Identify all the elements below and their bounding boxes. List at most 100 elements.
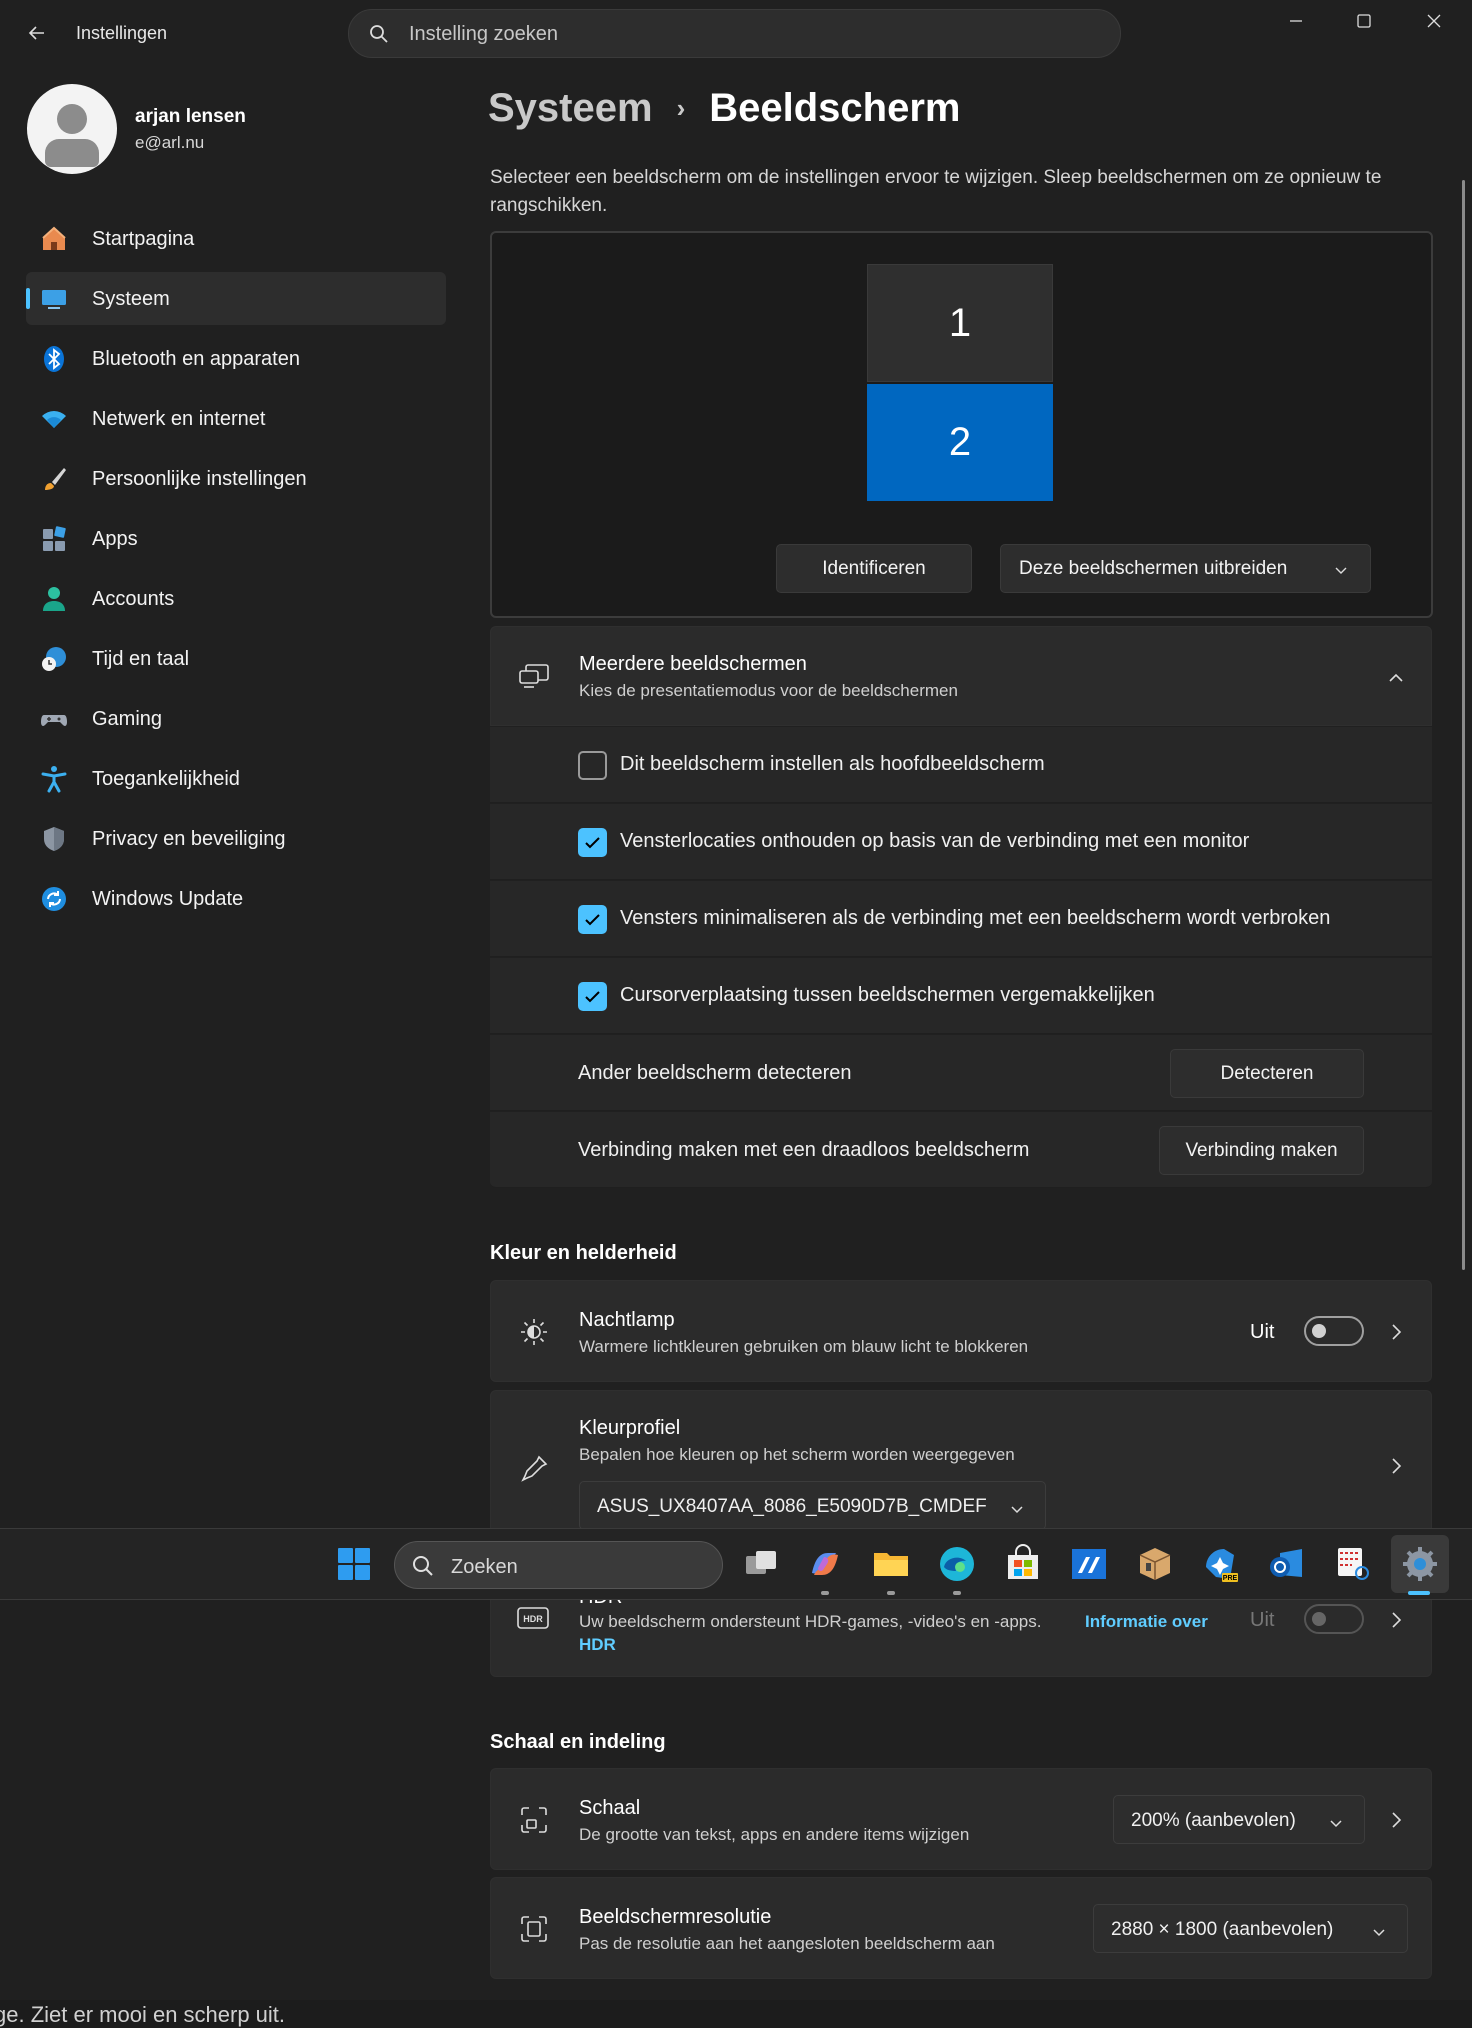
- breadcrumb: Systeem › Beeldscherm: [488, 86, 960, 131]
- gamepad-icon: [41, 715, 67, 726]
- scale-card[interactable]: Schaal De grootte van tekst, apps en and…: [490, 1768, 1432, 1870]
- close-button[interactable]: [1400, 0, 1468, 42]
- search-input[interactable]: [409, 21, 1089, 47]
- detect-display-row: Ander beeldscherm detecteren Detecteren: [490, 1035, 1432, 1111]
- sidebar-item-label: Startpagina: [92, 228, 195, 250]
- arrow-left-icon: [28, 26, 44, 40]
- sidebar-item-bluetooth[interactable]: Bluetooth en apparaten: [26, 332, 446, 385]
- chevron-down-icon: [1011, 1506, 1023, 1514]
- detect-button[interactable]: Detecteren: [1170, 1049, 1364, 1098]
- night-light-toggle[interactable]: [1304, 1316, 1364, 1346]
- outlook-icon[interactable]: [1266, 1543, 1308, 1585]
- title-bar: Instellingen: [0, 0, 1472, 68]
- option-row-minimize-windows[interactable]: Vensters minimaliseren als de verbinding…: [490, 881, 1432, 957]
- minimize-button[interactable]: [1262, 0, 1330, 42]
- night-light-card[interactable]: Nachtlamp Warmere lichtkleuren gebruiken…: [490, 1280, 1432, 1382]
- breadcrumb-parent[interactable]: Systeem: [488, 86, 653, 131]
- eyedropper-icon: [521, 1455, 548, 1482]
- scrollbar[interactable]: [1462, 180, 1465, 1270]
- back-button[interactable]: [22, 18, 52, 48]
- sidebar-item-systeem[interactable]: Systeem: [26, 272, 446, 325]
- running-indicator: [953, 1591, 961, 1595]
- store-icon[interactable]: [1002, 1543, 1044, 1585]
- sidebar-item-label: Gaming: [92, 708, 163, 730]
- sidebar-item-netwerk[interactable]: Netwerk en internet: [26, 392, 446, 445]
- scale-icon: [521, 1807, 547, 1833]
- color-profile-subtitle: Bepalen hoe kleuren op het scherm worden…: [579, 1445, 1015, 1464]
- checkbox-minimize-windows[interactable]: [578, 905, 607, 934]
- resolution-value: 2880 × 1800 (aanbevolen): [1111, 1919, 1334, 1940]
- multiple-displays-header[interactable]: Meerdere beeldschermen Kies de presentat…: [490, 626, 1432, 726]
- night-light-state: Uit: [1250, 1321, 1275, 1343]
- resolution-card[interactable]: Beeldschermresolutie Pas de resolutie aa…: [490, 1877, 1432, 1979]
- chevron-down-icon: [1330, 1820, 1342, 1828]
- option-label: Vensterlocaties onthouden op basis van d…: [620, 830, 1250, 852]
- checkbox-cursor-movement[interactable]: [578, 982, 607, 1011]
- hdr-info-link-continued[interactable]: HDR: [579, 1635, 616, 1655]
- svg-text:HDR: HDR: [523, 1614, 543, 1624]
- sidebar-item-accounts[interactable]: Accounts: [26, 572, 446, 625]
- scale-title: Schaal: [579, 1797, 641, 1819]
- hdr-info-link[interactable]: Informatie over: [1085, 1612, 1208, 1632]
- snipping-tool-icon[interactable]: [1332, 1543, 1374, 1585]
- file-explorer-icon[interactable]: [870, 1543, 912, 1585]
- sidebar-item-privacy[interactable]: Privacy en beveiliging: [26, 812, 446, 865]
- person-icon: [43, 587, 65, 611]
- breadcrumb-separator: ›: [676, 93, 686, 123]
- package-icon[interactable]: [1134, 1543, 1176, 1585]
- multiple-displays-subtitle: Kies de presentatiemodus voor de beeldsc…: [579, 681, 958, 700]
- sidebar-item-toegankelijkheid[interactable]: Toegankelijkheid: [26, 752, 446, 805]
- wifi-icon: [42, 411, 66, 428]
- sidebar-item-label: Bluetooth en apparaten: [92, 348, 300, 370]
- option-row-main-display[interactable]: Dit beeldscherm instellen als hoofdbeeld…: [490, 727, 1432, 803]
- checkbox-remember-locations[interactable]: [578, 828, 607, 857]
- user-name: arjan lensen: [135, 106, 246, 127]
- night-light-icon: [521, 1319, 547, 1345]
- copilot-pre-icon[interactable]: PRE: [1200, 1543, 1242, 1585]
- sidebar-nav: Startpagina Systeem Bluetooth en apparat…: [26, 212, 446, 932]
- resolution-dropdown[interactable]: 2880 × 1800 (aanbevolen): [1093, 1904, 1408, 1953]
- display-mode-dropdown[interactable]: Deze beeldschermen uitbreiden: [1000, 544, 1371, 593]
- chevron-right-icon: [1392, 1458, 1402, 1474]
- copilot-icon[interactable]: [804, 1543, 846, 1585]
- option-row-cursor-movement[interactable]: Cursorverplaatsing tussen beeldschermen …: [490, 958, 1432, 1034]
- scale-subtitle: De grootte van tekst, apps en andere ite…: [579, 1825, 970, 1844]
- maximize-button[interactable]: [1330, 0, 1398, 42]
- option-row-remember-locations[interactable]: Vensterlocaties onthouden op basis van d…: [490, 804, 1432, 880]
- globe-clock-icon: [42, 647, 66, 671]
- sidebar-item-gaming[interactable]: Gaming: [26, 692, 446, 745]
- taskbar: Zoeken PRE: [0, 1528, 1472, 1600]
- display-mode-value: Deze beeldschermen uitbreiden: [1019, 557, 1288, 579]
- taskbar-search[interactable]: Zoeken: [394, 1541, 723, 1589]
- connect-wireless-button[interactable]: Verbinding maken: [1159, 1126, 1364, 1175]
- settings-taskbar-button[interactable]: [1391, 1535, 1449, 1593]
- monitor-icon: [42, 290, 66, 309]
- chevron-right-icon: [1392, 1324, 1402, 1340]
- start-icon[interactable]: [333, 1543, 375, 1585]
- option-label: Dit beeldscherm instellen als hoofdbeeld…: [620, 753, 1045, 775]
- bluetooth-icon: [44, 346, 64, 372]
- chevron-up-icon: [1389, 673, 1403, 682]
- chevron-right-icon: [1392, 1812, 1402, 1828]
- running-indicator: [821, 1591, 829, 1595]
- sidebar-item-label: Systeem: [92, 288, 170, 310]
- identify-button[interactable]: Identificeren: [776, 544, 972, 593]
- monitor-2[interactable]: 2: [867, 384, 1053, 501]
- hdr-icon: HDR: [517, 1607, 549, 1629]
- sidebar-item-startpagina[interactable]: Startpagina: [26, 212, 446, 265]
- checkbox-main-display[interactable]: [578, 751, 607, 780]
- task-view-icon[interactable]: [740, 1543, 782, 1585]
- hdr-toggle[interactable]: [1304, 1604, 1364, 1634]
- scale-dropdown[interactable]: 200% (aanbevolen): [1113, 1795, 1365, 1844]
- edge-icon[interactable]: [936, 1543, 978, 1585]
- vscode-icon[interactable]: [1068, 1543, 1110, 1585]
- sidebar-item-apps[interactable]: Apps: [26, 512, 446, 565]
- color-profile-dropdown[interactable]: ASUS_UX8407AA_8086_E5090D7B_CMDEF: [579, 1481, 1046, 1530]
- color-profile-card[interactable]: Kleurprofiel Bepalen hoe kleuren op het …: [490, 1390, 1432, 1540]
- monitor-1[interactable]: 1: [867, 264, 1053, 382]
- sidebar-item-tijd[interactable]: Tijd en taal: [26, 632, 446, 685]
- settings-search[interactable]: [348, 9, 1121, 58]
- sidebar-item-windows-update[interactable]: Windows Update: [26, 872, 446, 925]
- sidebar-item-persoonlijk[interactable]: Persoonlijke instellingen: [26, 452, 446, 505]
- background-caption: ge. Ziet er mooi en scherp uit.: [0, 2002, 286, 2027]
